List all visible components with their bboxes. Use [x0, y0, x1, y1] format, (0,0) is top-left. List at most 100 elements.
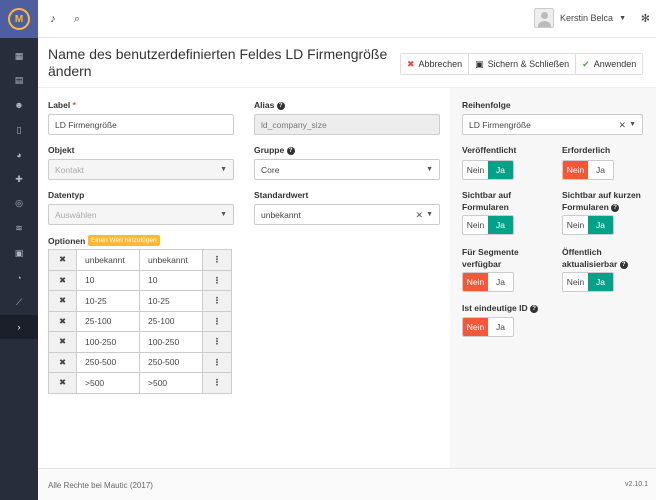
- published-toggle[interactable]: Nein Ja: [462, 160, 514, 180]
- apply-button[interactable]: ✔ Anwenden: [576, 54, 643, 74]
- nav-points-icon[interactable]: ◎: [0, 192, 38, 217]
- alias-field-label: Alias ?: [254, 100, 285, 110]
- option-label-input[interactable]: 25-100: [76, 310, 140, 332]
- drag-handle-icon[interactable]: ⋮: [202, 249, 232, 271]
- nav-contacts-icon[interactable]: ☻: [0, 93, 38, 118]
- clear-icon[interactable]: ✕: [618, 120, 626, 131]
- drag-handle-icon[interactable]: ⋮: [202, 310, 232, 332]
- cancel-button[interactable]: ✖ Abbrechen: [401, 54, 470, 74]
- toggle-no-option[interactable]: Nein: [563, 161, 588, 179]
- drag-handle-icon[interactable]: ⋮: [202, 290, 232, 312]
- option-label-input[interactable]: 10-25: [76, 290, 140, 312]
- nav-expand-icon[interactable]: ›: [0, 314, 38, 340]
- toggle-no-option[interactable]: Nein: [563, 216, 588, 234]
- remove-option-icon[interactable]: ✖: [48, 249, 77, 271]
- remove-option-icon[interactable]: ✖: [48, 372, 77, 394]
- drag-handle-icon[interactable]: ⋮: [202, 372, 232, 394]
- public-update-toggle[interactable]: Nein Ja: [562, 272, 614, 292]
- unique-id-toggle[interactable]: Nein Ja: [462, 317, 514, 337]
- option-value-input[interactable]: 250-500: [139, 351, 203, 373]
- nav-charts-icon[interactable]: ⟋: [0, 290, 38, 315]
- chevron-down-icon: ▼: [426, 166, 433, 173]
- option-value-input[interactable]: 10: [139, 269, 203, 291]
- save-close-label: Sichern & Schließen: [487, 59, 570, 69]
- option-value-input[interactable]: 10-25: [139, 290, 203, 312]
- nav-dashboard-icon[interactable]: ▦: [0, 44, 38, 69]
- option-row: ✖ 10-25 10-25 ⋮: [48, 290, 235, 312]
- bell-icon[interactable]: ♪: [46, 12, 60, 26]
- clear-icon[interactable]: ✕: [415, 210, 423, 221]
- drag-handle-icon[interactable]: ⋮: [202, 331, 232, 353]
- nav-calendar-icon[interactable]: ▤: [0, 69, 38, 94]
- option-row: ✖ unbekannt unbekannt ⋮: [48, 249, 235, 271]
- option-row: ✖ >500 >500 ⋮: [48, 372, 235, 394]
- search-icon[interactable]: ⌕: [70, 12, 84, 26]
- drag-handle-icon[interactable]: ⋮: [202, 351, 232, 373]
- toggle-no-option[interactable]: Nein: [463, 161, 488, 179]
- toggle-no-option[interactable]: Nein: [463, 216, 488, 234]
- toggle-yes-option[interactable]: Ja: [588, 161, 613, 179]
- toggle-yes-option[interactable]: Ja: [488, 216, 513, 234]
- option-label-input[interactable]: 10: [76, 269, 140, 291]
- drag-handle-icon[interactable]: ⋮: [202, 269, 232, 291]
- option-value-input[interactable]: 100-250: [139, 331, 203, 353]
- apply-label: Anwenden: [593, 59, 637, 69]
- required-marker: *: [72, 100, 76, 110]
- toggle-no-option[interactable]: Nein: [563, 273, 588, 291]
- chevron-down-icon: ▼: [629, 121, 636, 128]
- visible-short-forms-title-2: Formularen: [562, 202, 609, 212]
- nav-reports-icon[interactable]: ▣: [0, 241, 38, 266]
- group-title: Gruppe: [254, 145, 285, 155]
- order-select[interactable]: LD Firmengröße ✕ ▼: [462, 114, 643, 135]
- nav-channels-icon[interactable]: ≋: [0, 216, 38, 241]
- visible-forms-toggle[interactable]: Nein Ja: [462, 215, 514, 235]
- remove-option-icon[interactable]: ✖: [48, 269, 77, 291]
- toggle-yes-option[interactable]: Ja: [488, 273, 513, 291]
- remove-option-icon[interactable]: ✖: [48, 310, 77, 332]
- option-label-input[interactable]: 100-250: [76, 331, 140, 353]
- public-update-label: Öffentlich aktualisierbar ?: [562, 246, 628, 270]
- chevron-down-icon: ▼: [220, 211, 227, 218]
- option-value-input[interactable]: >500: [139, 372, 203, 394]
- toggle-yes-option[interactable]: Ja: [588, 216, 613, 234]
- remove-option-icon[interactable]: ✖: [48, 290, 77, 312]
- default-value: unbekannt: [261, 209, 301, 220]
- label-input[interactable]: LD Firmengröße: [48, 114, 234, 135]
- help-icon: ?: [530, 304, 539, 313]
- required-label: Erforderlich: [562, 145, 611, 155]
- nav-stages-icon[interactable]: ◔: [0, 265, 38, 290]
- option-label-input[interactable]: unbekannt: [76, 249, 140, 271]
- cancel-label: Abbrechen: [418, 59, 463, 69]
- visible-short-forms-label: Sichtbar auf kurzen Formularen ?: [562, 189, 641, 213]
- nav-components-icon[interactable]: ▯: [0, 118, 38, 143]
- datatype-value: Auswählen: [55, 209, 97, 220]
- required-toggle[interactable]: Nein Ja: [562, 160, 614, 180]
- remove-option-icon[interactable]: ✖: [48, 351, 77, 373]
- save-close-button[interactable]: ▣ Sichern & Schließen: [469, 54, 577, 74]
- toggle-no-option[interactable]: Nein: [463, 273, 488, 291]
- toggle-yes-option[interactable]: Ja: [588, 273, 613, 291]
- option-label-input[interactable]: >500: [76, 372, 140, 394]
- toggle-yes-option[interactable]: Ja: [488, 318, 513, 336]
- remove-option-icon[interactable]: ✖: [48, 331, 77, 353]
- add-value-button[interactable]: Einen Wert hinzufügen: [88, 235, 160, 246]
- option-label-input[interactable]: 250-500: [76, 351, 140, 373]
- toggle-no-option[interactable]: Nein: [463, 318, 488, 336]
- footer: Alle Rechte bei Mautic (2017) v2.10.1: [38, 468, 656, 500]
- alias-input: ld_company_size: [254, 114, 440, 135]
- user-menu[interactable]: Kerstin Belca ▼: [534, 8, 626, 28]
- group-select[interactable]: Core ▼: [254, 159, 440, 180]
- nav-plugins-icon[interactable]: ✚: [0, 167, 38, 192]
- option-value-input[interactable]: 25-100: [139, 310, 203, 332]
- chevron-down-icon: ▼: [619, 14, 626, 22]
- option-value-input[interactable]: unbekannt: [139, 249, 203, 271]
- gear-icon[interactable]: ✻: [641, 12, 650, 25]
- mautic-logo[interactable]: M: [0, 0, 38, 38]
- nav-campaigns-icon[interactable]: ◕: [0, 142, 38, 167]
- segments-toggle[interactable]: Nein Ja: [462, 272, 514, 292]
- default-field-label: Standardwert: [254, 190, 309, 200]
- default-select[interactable]: unbekannt ✕ ▼: [254, 204, 440, 225]
- published-label: Veröffentlicht: [462, 145, 517, 155]
- visible-short-forms-toggle[interactable]: Nein Ja: [562, 215, 614, 235]
- toggle-yes-option[interactable]: Ja: [488, 161, 513, 179]
